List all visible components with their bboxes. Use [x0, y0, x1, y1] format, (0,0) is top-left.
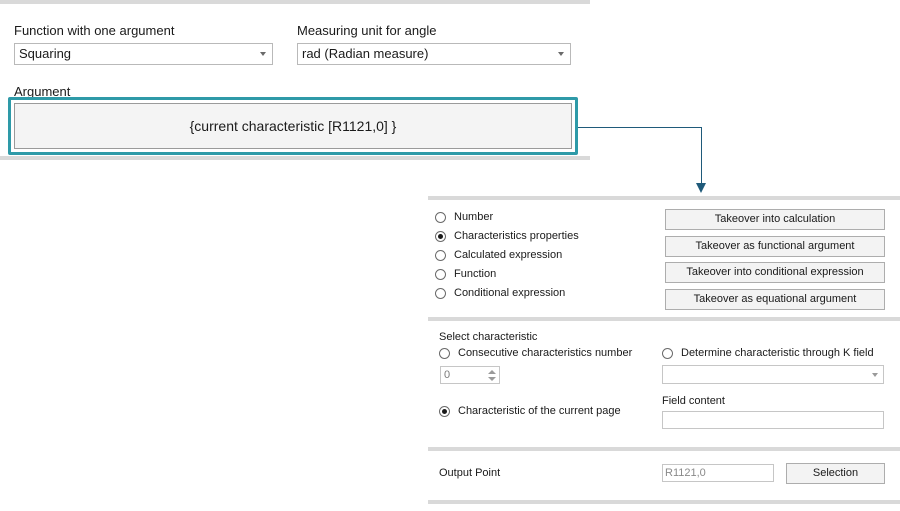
chevron-down-icon	[558, 52, 564, 56]
radio-button[interactable]	[662, 347, 673, 359]
highlight-frame	[8, 97, 578, 155]
angle-unit-select[interactable]: rad (Radian measure)	[297, 43, 571, 65]
radio-label: Consecutive characteristics number	[458, 347, 633, 359]
field-content-value	[663, 416, 666, 428]
takeover-functional-argument-button[interactable]: Takeover as functional argument	[665, 236, 885, 257]
radio-label: Calculated expression	[454, 249, 563, 261]
radio-label: Number	[454, 211, 494, 223]
radio-label: Determine characteristic through K field	[681, 347, 874, 359]
radio-label: Characteristic of the current page	[458, 405, 621, 417]
stepper-value: 0	[444, 369, 451, 381]
takeover-equational-argument-button[interactable]: Takeover as equational argument	[665, 289, 885, 310]
select-characteristic-label: Select characteristic	[439, 331, 538, 343]
radio-button[interactable]	[435, 287, 446, 299]
function-select-value: Squaring	[19, 46, 72, 61]
chevron-down-icon	[260, 52, 266, 56]
radio-consecutive-number[interactable]: Consecutive characteristics number	[439, 347, 632, 359]
radio-label: Function	[454, 268, 497, 280]
divider	[428, 317, 900, 321]
chevron-down-icon	[872, 373, 878, 377]
output-point-label: Output Point	[439, 467, 501, 479]
radio-conditional-expression[interactable]: Conditional expression	[435, 287, 565, 299]
radio-label: Conditional expression	[454, 287, 566, 299]
divider	[428, 196, 900, 200]
output-point-field[interactable]: R1121,0	[662, 464, 774, 482]
selection-button[interactable]: Selection	[786, 463, 885, 484]
radio-button[interactable]	[435, 230, 446, 242]
connector-line	[701, 127, 702, 185]
radio-button[interactable]	[435, 268, 446, 280]
connector-line	[578, 127, 702, 128]
radio-button[interactable]	[435, 211, 446, 223]
divider	[0, 0, 590, 4]
k-field-select[interactable]	[662, 365, 884, 384]
function-select[interactable]: Squaring	[14, 43, 273, 65]
radio-number[interactable]: Number	[435, 211, 493, 223]
radio-current-page[interactable]: Characteristic of the current page	[439, 405, 621, 417]
divider	[428, 447, 900, 451]
radio-button[interactable]	[439, 405, 450, 417]
radio-calculated-expression[interactable]: Calculated expression	[435, 249, 562, 261]
divider	[0, 156, 590, 160]
radio-k-field[interactable]: Determine characteristic through K field	[662, 347, 874, 359]
chevron-up-icon[interactable]	[488, 370, 496, 374]
radio-label: Characteristics properties	[454, 230, 579, 242]
radio-function[interactable]: Function	[435, 268, 496, 280]
divider	[428, 500, 900, 504]
field-content-input[interactable]	[662, 411, 884, 429]
takeover-conditional-expression-button[interactable]: Takeover into conditional expression	[665, 262, 885, 283]
radio-button[interactable]	[435, 249, 446, 261]
takeover-calculation-button[interactable]: Takeover into calculation	[665, 209, 885, 230]
consecutive-number-stepper[interactable]: 0	[440, 366, 500, 384]
k-field-value	[663, 370, 666, 382]
radio-characteristics-properties[interactable]: Characteristics properties	[435, 230, 579, 242]
field-content-label: Field content	[662, 395, 725, 407]
chevron-down-icon[interactable]	[488, 377, 496, 381]
radio-button[interactable]	[439, 347, 450, 359]
arrow-down-icon	[696, 183, 706, 193]
function-label: Function with one argument	[14, 23, 175, 38]
angle-unit-select-value: rad (Radian measure)	[302, 46, 429, 61]
angle-unit-label: Measuring unit for angle	[297, 23, 437, 38]
